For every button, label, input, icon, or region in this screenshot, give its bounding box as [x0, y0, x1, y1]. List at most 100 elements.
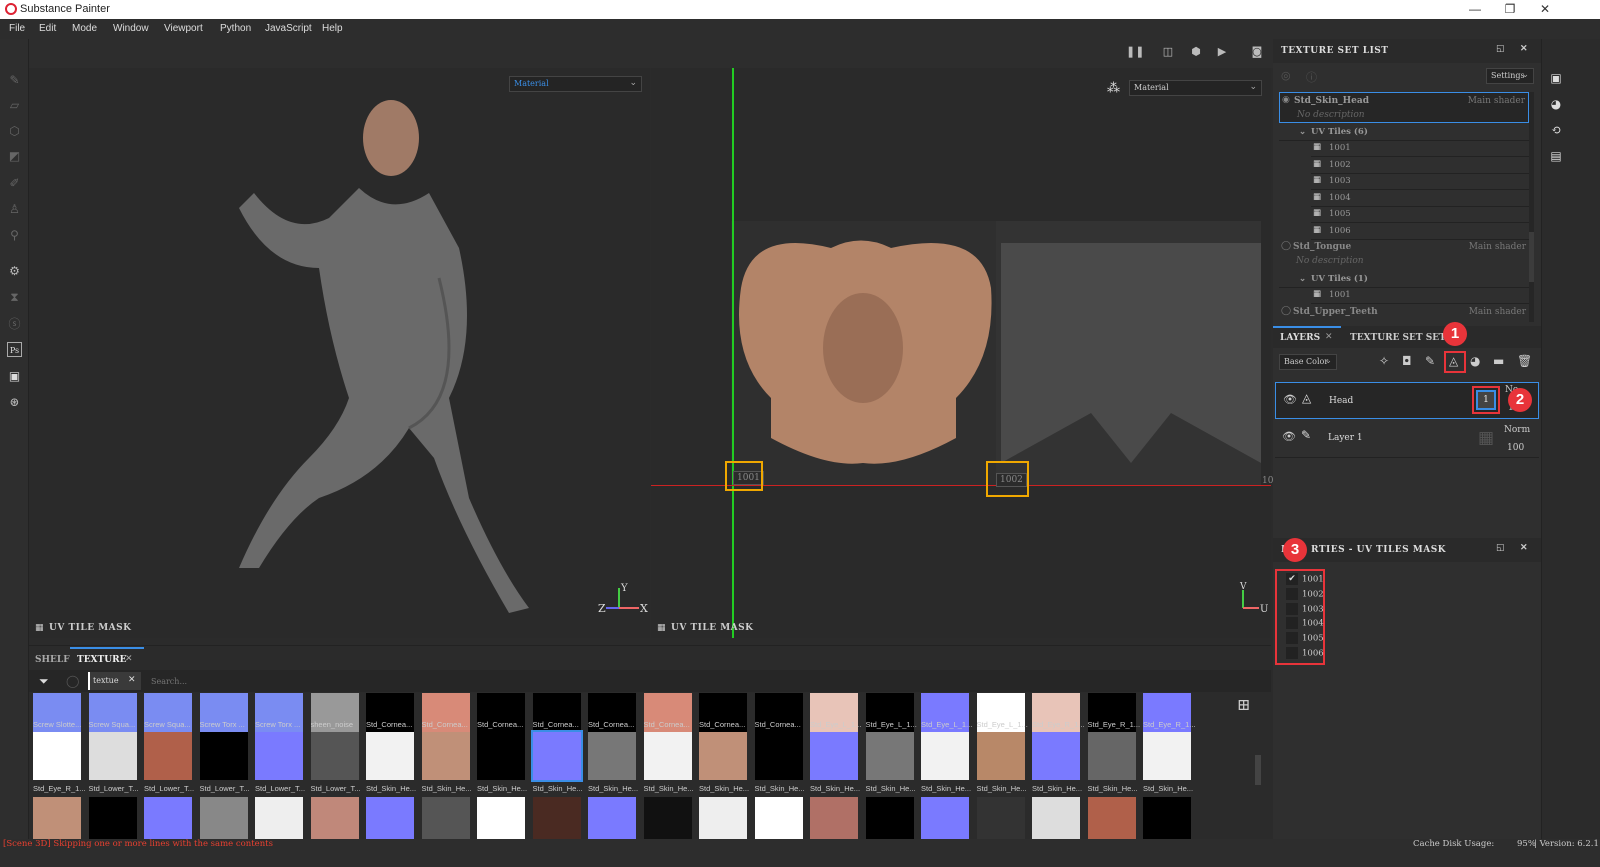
texture-thumbnail[interactable] [1087, 732, 1136, 780]
close-window-button[interactable]: ✕ [1525, 1, 1565, 18]
texture-thumbnail[interactable] [199, 797, 248, 845]
tab-shelf[interactable]: SHELF [35, 655, 70, 665]
screenshot-icon[interactable]: ◙ [1248, 45, 1266, 61]
texture-thumbnail[interactable] [532, 797, 581, 845]
plugin-icon[interactable]: ⊛ [7, 395, 22, 410]
texture-thumbnail[interactable] [588, 797, 636, 845]
checkbox[interactable] [1286, 587, 1298, 600]
display-settings-icon[interactable]: ▣ [1549, 71, 1563, 85]
texture-thumbnail[interactable] [421, 797, 470, 845]
texture-thumbnail[interactable] [1087, 797, 1136, 845]
display-settings-icon[interactable]: ⁂ [1107, 81, 1120, 96]
texture-thumbnail[interactable] [643, 732, 692, 780]
projection-icon[interactable]: ⬡ [7, 124, 22, 139]
tile-checkbox-row[interactable]: 1006 [1286, 647, 1324, 662]
add-smart-material-icon[interactable]: ◕ [1470, 354, 1480, 368]
menu-mode[interactable]: Mode [72, 23, 97, 34]
uv-tile-row[interactable]: ▦ 1002 [1311, 158, 1529, 174]
uv-tile-row[interactable]: ▦ 1005 [1311, 207, 1529, 223]
uv-tile-row[interactable]: ▦ 1003 [1311, 174, 1529, 190]
texture-thumbnail[interactable] [810, 732, 858, 780]
eye-icon[interactable]: 👁 [1283, 393, 1297, 406]
pause-icon[interactable]: ❚❚ [1126, 45, 1144, 61]
texture-thumbnail[interactable] [976, 732, 1025, 780]
texture-thumbnail[interactable] [144, 732, 192, 780]
texture-thumbnail[interactable] [255, 732, 303, 780]
texture-thumbnail[interactable] [255, 797, 303, 845]
eye-closed-icon[interactable]: ◯ [1281, 241, 1291, 251]
texture-thumbnail[interactable] [810, 797, 858, 845]
menu-edit[interactable]: Edit [39, 23, 56, 34]
texture-set-std-skin-head[interactable]: ◉ Std_Skin_Head Main shader No descripti… [1279, 92, 1529, 123]
close-tab-icon[interactable]: ✕ [125, 654, 133, 664]
float-panel-icon[interactable]: ◱ [1496, 44, 1505, 54]
texture-thumbnail[interactable] [1143, 732, 1191, 780]
texture-thumbnail[interactable] [33, 732, 81, 780]
texture-thumbnail[interactable] [88, 732, 137, 780]
eraser-icon[interactable]: ▱ [7, 98, 22, 113]
channel-dropdown[interactable]: Base Color ⌄ [1279, 354, 1337, 370]
history-icon[interactable]: ⟲ [1549, 123, 1563, 137]
export-icon[interactable]: ▣ [7, 369, 22, 384]
split-view-icon[interactable]: ◫ [1159, 45, 1177, 61]
viewport-2d-channel-dropdown[interactable]: Material ⌄ [1129, 80, 1262, 96]
filter-tag[interactable]: textue ✕ [88, 672, 141, 690]
viewport-2d[interactable]: ⁂ Material ⌄ 1001 1002 10 V U ▦ UV TILE … [651, 68, 1273, 638]
uv-tile-row[interactable]: ▦ 1006 [1311, 224, 1529, 240]
tab-texture[interactable]: TEXTURE [77, 655, 126, 665]
texture-thumbnail[interactable] [310, 797, 359, 845]
grid-view-icon[interactable]: ⊞ [1237, 695, 1250, 714]
tab-texture-set-settings[interactable]: TEXTURE SET SETTI [1350, 333, 1456, 343]
texture-thumbnail[interactable] [1032, 797, 1080, 845]
texture-thumbnail[interactable] [754, 797, 803, 845]
checkbox[interactable]: ✔ [1286, 573, 1298, 585]
texture-thumbnail[interactable] [199, 732, 248, 780]
delete-layer-icon[interactable]: 🗑 [1517, 354, 1532, 368]
texture-thumbnail[interactable] [588, 732, 636, 780]
texture-thumbnail[interactable] [1143, 797, 1191, 845]
viewport-3d[interactable]: Material ⌄ Y X Z ▦ UV TILE MASK [29, 68, 650, 638]
menu-file[interactable]: File [9, 23, 25, 34]
checkbox[interactable] [1286, 617, 1298, 630]
menu-help[interactable]: Help [322, 23, 343, 34]
texture-thumbnail[interactable] [643, 797, 692, 845]
texture-thumbnail[interactable] [477, 732, 525, 780]
settings-dropdown[interactable]: Settings ⌄ [1486, 68, 1534, 84]
smudge-icon[interactable]: ✐ [7, 176, 22, 191]
texture-thumbnail[interactable] [865, 732, 914, 780]
texture-thumbnail[interactable] [477, 797, 525, 845]
menu-window[interactable]: Window [113, 23, 149, 34]
tile-checkbox-row[interactable]: 1003 [1286, 602, 1324, 618]
tab-layers[interactable]: LAYERS [1280, 333, 1320, 343]
camera-icon[interactable]: ▶ [1213, 45, 1231, 61]
blend-mode[interactable]: Norm [1504, 425, 1530, 435]
photoshop-icon[interactable]: Ps [7, 342, 22, 357]
polygon-fill-icon[interactable]: ◩ [7, 149, 22, 164]
tile-checkbox-row[interactable]: 1002 [1286, 587, 1324, 603]
info-icon[interactable]: ⓘ [1306, 69, 1317, 85]
texture-thumbnail[interactable] [865, 797, 914, 845]
opacity-value[interactable]: 100 [1507, 443, 1524, 453]
texture-thumbnail[interactable] [530, 730, 583, 782]
substance-icon[interactable]: ⓢ [7, 317, 22, 332]
texture-thumbnail[interactable] [921, 797, 969, 845]
minimize-button[interactable]: — [1455, 1, 1495, 18]
close-tab-icon[interactable]: ✕ [1325, 332, 1333, 342]
texture-set-scrollbar[interactable] [1529, 92, 1534, 322]
texture-thumbnail[interactable] [976, 797, 1025, 845]
texture-thumbnail[interactable] [144, 797, 192, 845]
menu-viewport[interactable]: Viewport [164, 23, 203, 34]
clone-stamp-icon[interactable]: ♙ [7, 202, 22, 217]
menu-python[interactable]: Python [220, 23, 251, 34]
tile-checkbox-row[interactable]: ✔ 1001 [1286, 573, 1324, 588]
texture-thumbnail[interactable] [366, 732, 414, 780]
eye-icon[interactable]: 👁 [1282, 430, 1296, 443]
texture-thumbnail[interactable] [366, 797, 414, 845]
checkbox[interactable] [1286, 647, 1298, 659]
texture-thumbnail[interactable] [1032, 732, 1080, 780]
viewport-3d-channel-dropdown[interactable]: Material ⌄ [509, 76, 642, 92]
color-picker-icon[interactable]: ⚲ [7, 228, 22, 243]
texture-thumbnail[interactable] [699, 797, 747, 845]
eye-closed-icon[interactable]: ◯ [1281, 306, 1291, 316]
add-mask-icon[interactable]: ◘ [1402, 354, 1412, 368]
